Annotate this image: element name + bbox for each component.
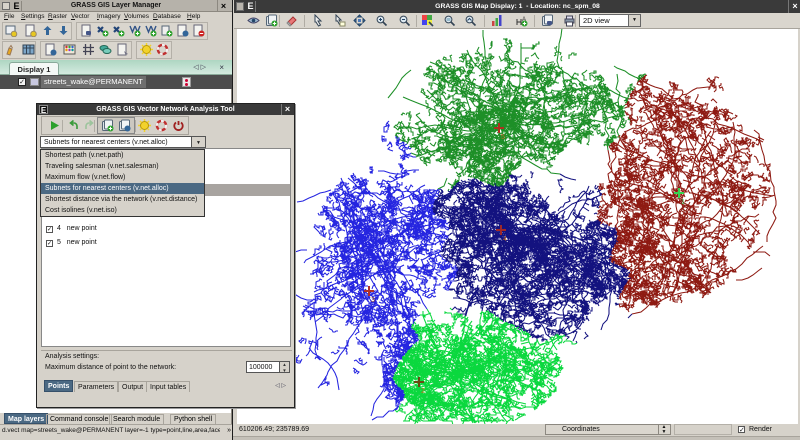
svg-text:2: 2 [421,388,425,395]
svg-text:1: 1 [681,199,685,206]
svg-text:3: 3 [371,297,375,304]
svg-text:5: 5 [501,134,505,141]
svg-text:4: 4 [503,236,507,243]
